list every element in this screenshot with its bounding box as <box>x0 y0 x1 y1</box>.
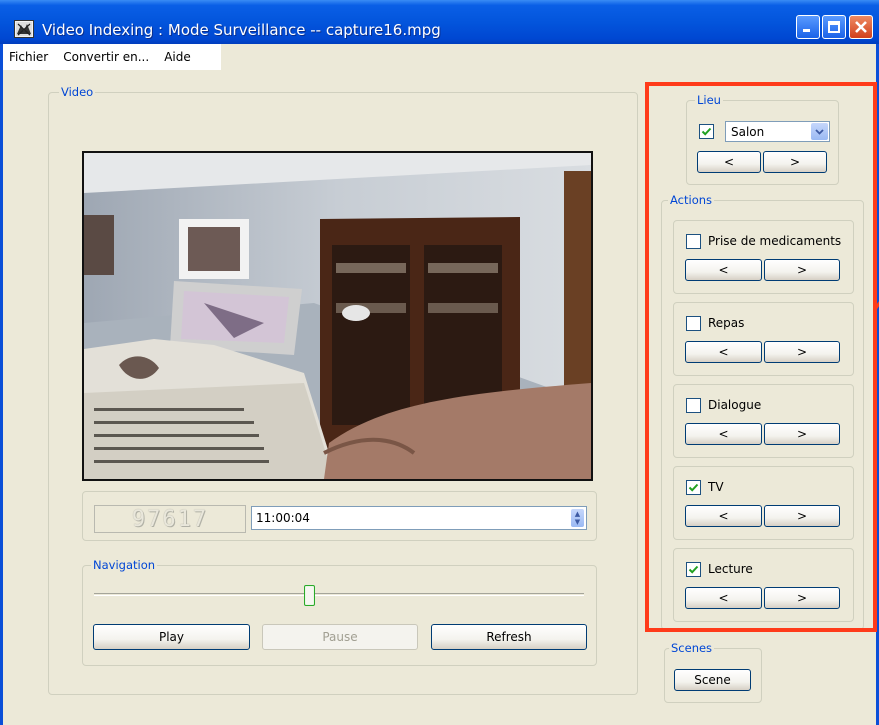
minimize-icon <box>803 29 810 32</box>
navigation-group-label: Navigation <box>91 558 158 572</box>
spin-down-icon[interactable]: ▼ <box>575 518 580 526</box>
navigation-group: Navigation <box>82 558 597 666</box>
frame-counter: 97617 <box>94 505 246 533</box>
highlight-box <box>645 82 877 632</box>
seek-slider-track[interactable] <box>94 593 584 596</box>
scene-button[interactable]: Scene <box>674 669 751 691</box>
time-stepper[interactable]: 11:00:04 ▲ ▼ <box>251 506 587 530</box>
video-group-label: Video <box>59 85 96 99</box>
close-button[interactable] <box>849 15 873 39</box>
time-value: 11:00:04 <box>256 511 310 525</box>
menu-bar: Fichier Convertir en... Aide <box>3 44 221 70</box>
video-frame-image <box>84 153 591 479</box>
title-bar[interactable]: Video Indexing : Mode Surveillance -- ca… <box>0 0 879 44</box>
video-player[interactable] <box>82 151 593 481</box>
pause-button[interactable]: Pause <box>262 624 418 650</box>
minimize-button[interactable] <box>796 15 820 39</box>
seek-slider-thumb[interactable] <box>304 585 315 606</box>
menu-convertir[interactable]: Convertir en... <box>63 50 149 64</box>
app-icon <box>14 20 34 38</box>
maximize-button[interactable] <box>822 15 846 39</box>
spin-up-icon[interactable]: ▲ <box>575 510 580 518</box>
app-window: Video Indexing : Mode Surveillance -- ca… <box>0 0 879 725</box>
maximize-icon <box>828 21 840 33</box>
play-button[interactable]: Play <box>93 624 250 650</box>
scenes-group-label: Scenes <box>669 641 715 655</box>
menu-aide[interactable]: Aide <box>164 50 191 64</box>
menu-fichier[interactable]: Fichier <box>9 50 48 64</box>
close-icon <box>855 21 867 33</box>
refresh-button[interactable]: Refresh <box>431 624 587 650</box>
time-spinner[interactable]: ▲ ▼ <box>571 509 584 527</box>
window-title: Video Indexing : Mode Surveillance -- ca… <box>42 21 441 39</box>
